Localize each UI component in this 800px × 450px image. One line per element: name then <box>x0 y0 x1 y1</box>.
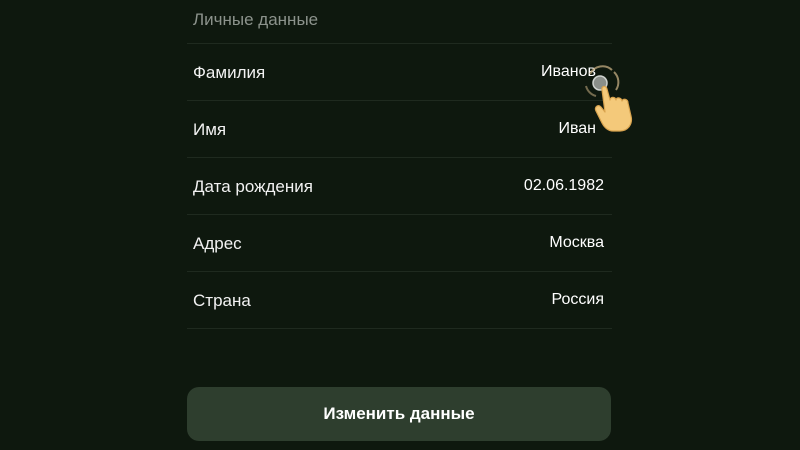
field-row-address[interactable]: Адрес Москва <box>187 215 612 272</box>
field-label: Дата рождения <box>193 177 313 196</box>
personal-data-panel: Личные данные Фамилия Иванов Имя Иван Да… <box>187 0 612 329</box>
field-value[interactable]: 02.06.1982 <box>524 177 604 195</box>
field-label: Адрес <box>193 234 242 253</box>
field-value[interactable]: Москва <box>549 234 604 252</box>
field-row-country[interactable]: Страна Россия <box>187 272 612 329</box>
section-title: Личные данные <box>187 0 612 44</box>
field-label: Фамилия <box>193 63 266 82</box>
field-label: Имя <box>193 120 227 139</box>
field-row-surname[interactable]: Фамилия Иванов <box>187 44 612 101</box>
profile-screen: Личные данные Фамилия Иванов Имя Иван Да… <box>0 0 800 450</box>
field-row-name[interactable]: Имя Иван <box>187 101 612 158</box>
field-label: Страна <box>193 291 251 310</box>
field-value[interactable]: Россия <box>552 291 604 309</box>
field-row-birthdate[interactable]: Дата рождения 02.06.1982 <box>187 158 612 215</box>
edit-data-button[interactable]: Изменить данные <box>187 387 611 441</box>
tap-hand-icon <box>585 65 633 132</box>
